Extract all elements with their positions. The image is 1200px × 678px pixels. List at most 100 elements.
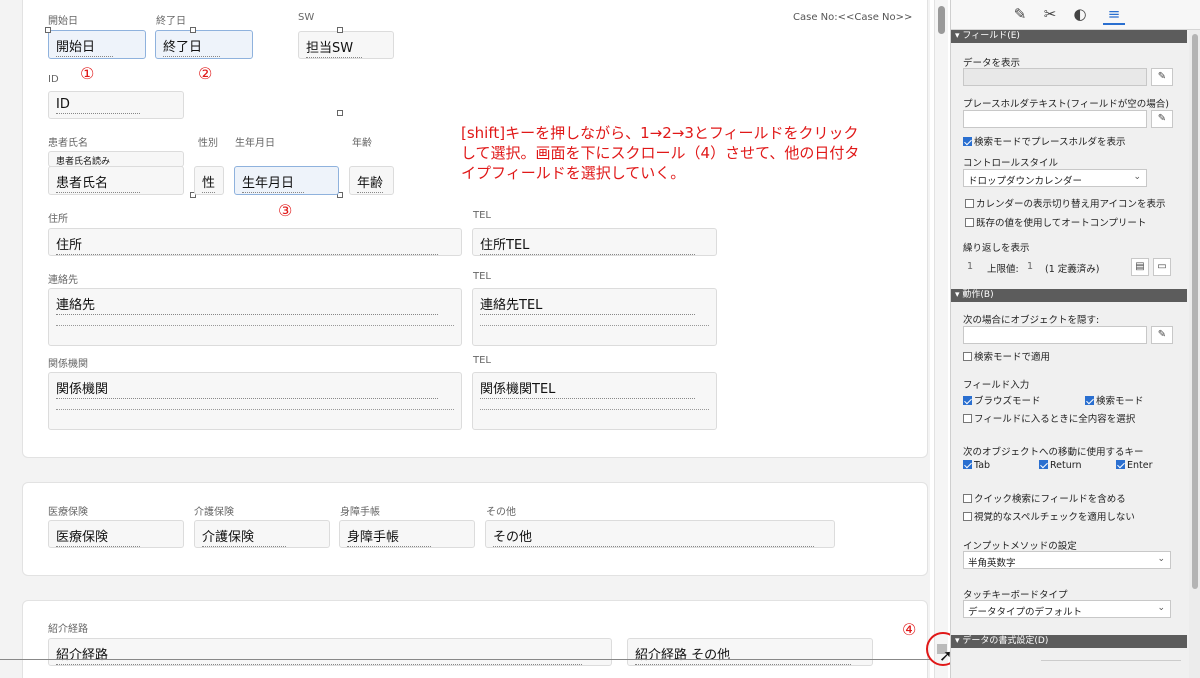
sw-field[interactable]: 担当SW <box>298 31 394 59</box>
show-calendar-icon-checkbox[interactable]: カレンダーの表示切り替え用アイコンを表示 <box>965 196 1166 210</box>
address-field[interactable]: 住所 <box>48 228 462 256</box>
touch-keyboard-label: タッチキーボードタイプ <box>963 590 1068 601</box>
selection-handle[interactable] <box>337 27 343 33</box>
care-insurance-field[interactable]: 介護保険 <box>194 520 330 548</box>
show-data-input[interactable] <box>963 68 1147 86</box>
start-date-field[interactable]: 開始日 <box>48 30 146 59</box>
placeholder-input[interactable] <box>963 110 1147 128</box>
layout-canvas: Case No:<<Case No>> 開始日 開始日 終了日 終了日 SW 担… <box>0 0 930 678</box>
vertical-repetition-button[interactable]: ▤ <box>1131 258 1149 276</box>
inspector-tabs: ✎ ✂ ◐ ≡ <box>951 0 1200 30</box>
behavior-section-header[interactable]: ▾ 動作(B) <box>951 289 1187 302</box>
select-all-checkbox[interactable]: フィールドに入るときに全内容を選択 <box>963 411 1135 425</box>
appearance-tab-icon[interactable]: ◐ <box>1069 5 1091 25</box>
other-label: その他 <box>486 507 516 518</box>
sex-field[interactable]: 性 <box>194 166 224 195</box>
contact-label: 連絡先 <box>48 275 78 286</box>
birth-date-label: 生年月日 <box>235 138 275 149</box>
hide-object-edit-button[interactable]: ✎ <box>1151 326 1173 344</box>
org-label: 関係機関 <box>48 359 88 370</box>
medical-insurance-label: 医療保険 <box>48 507 88 518</box>
end-date-field[interactable]: 終了日 <box>155 30 253 59</box>
instruction-note: [shift]キーを押しながら、1→2→3とフィールドをクリックして選択。画面を… <box>461 124 860 182</box>
end-date-label: 終了日 <box>156 16 186 27</box>
referral-route-label: 紹介経路 <box>48 624 88 635</box>
show-placeholder-find-checkbox[interactable]: 検索モードでプレースホルダを表示 <box>963 134 1126 148</box>
find-mode-checkbox[interactable]: 検索モード <box>1085 393 1144 407</box>
touch-keyboard-dropdown[interactable]: データタイプのデフォルト ⌄ <box>963 600 1171 618</box>
format-toolbar <box>1041 660 1181 678</box>
address-label: 住所 <box>48 214 68 225</box>
annotation-2: ② <box>198 64 213 83</box>
inspector-scroll-thumb[interactable] <box>1192 34 1198 589</box>
repetitions-from[interactable]: 1 <box>967 261 973 272</box>
chevron-down-icon: ⌄ <box>1157 603 1165 613</box>
address-tel-field[interactable]: 住所TEL <box>472 228 717 256</box>
contact-tel-field[interactable]: 連絡先TEL <box>472 288 717 346</box>
disability-label: 身障手帳 <box>340 507 380 518</box>
birth-date-field[interactable]: 生年月日 <box>234 166 339 195</box>
age-label: 年齢 <box>352 138 372 149</box>
show-data-edit-button[interactable]: ✎ <box>1151 68 1173 86</box>
data-tab-icon[interactable]: ≡ <box>1103 5 1125 25</box>
control-style-dropdown[interactable]: ドロップダウンカレンダー ⌄ <box>963 169 1147 187</box>
repetitions-max[interactable]: 1 <box>1027 261 1033 272</box>
age-field[interactable]: 年齢 <box>349 166 394 195</box>
sw-label: SW <box>298 12 315 23</box>
next-object-keys-label: 次のオブジェクトへの移動に使用するキー <box>963 447 1144 458</box>
scroll-thumb[interactable] <box>938 6 945 34</box>
case-number: Case No:<<Case No>> <box>793 12 913 23</box>
hide-object-label: 次の場合にオブジェクトを隠す: <box>963 315 1100 326</box>
input-method-dropdown[interactable]: 半角英数字 ⌄ <box>963 551 1171 569</box>
apply-find-checkbox[interactable]: 検索モードで適用 <box>963 349 1050 363</box>
show-data-label: データを表示 <box>963 58 1021 69</box>
referral-route-other-field[interactable]: 紹介経路 その他 <box>627 638 873 666</box>
field-entry-label: フィールド入力 <box>963 380 1030 391</box>
selection-handle[interactable] <box>190 27 196 33</box>
start-date-label: 開始日 <box>48 16 78 27</box>
disability-field[interactable]: 身障手帳 <box>339 520 475 548</box>
sex-label: 性別 <box>198 138 218 149</box>
id-label: ID <box>48 74 59 85</box>
org-tel-label: TEL <box>473 355 491 366</box>
horizontal-scrollbar[interactable] <box>0 659 930 660</box>
enter-key-checkbox[interactable]: Enter <box>1116 460 1153 471</box>
inspector-panel: ✎ ✂ ◐ ≡ ▾ フィールド(E) データを表示 ✎ プレースホルダテキスト(… <box>950 0 1200 678</box>
repetitions-max-label: 上限値: <box>987 264 1019 275</box>
layout-vertical-scrollbar[interactable] <box>934 0 948 678</box>
patient-name-field[interactable]: 患者氏名 <box>48 166 184 195</box>
selection-handle[interactable] <box>45 27 51 33</box>
contact-field[interactable]: 連絡先 <box>48 288 462 346</box>
annotation-4: ④ <box>902 620 917 639</box>
control-style-label: コントロールスタイル <box>963 158 1059 169</box>
hide-object-input[interactable] <box>963 326 1147 344</box>
return-key-checkbox[interactable]: Return <box>1039 460 1082 471</box>
org-field[interactable]: 関係機関 <box>48 372 462 430</box>
horizontal-repetition-button[interactable]: ▭ <box>1153 258 1171 276</box>
medical-insurance-field[interactable]: 医療保険 <box>48 520 184 548</box>
annotation-3: ③ <box>278 201 293 220</box>
other-field[interactable]: その他 <box>485 520 835 548</box>
position-tab-icon[interactable]: ✎ <box>1009 5 1031 25</box>
org-tel-field[interactable]: 関係機関TEL <box>472 372 717 430</box>
quick-find-checkbox[interactable]: クイック検索にフィールドを含める <box>963 491 1126 505</box>
patient-kana-field[interactable]: 患者氏名読み <box>48 151 184 167</box>
tab-key-checkbox[interactable]: Tab <box>963 460 990 471</box>
selection-handle[interactable] <box>337 110 343 116</box>
no-spellcheck-checkbox[interactable]: 視覚的なスペルチェックを適用しない <box>963 509 1135 523</box>
placeholder-edit-button[interactable]: ✎ <box>1151 110 1173 128</box>
format-section-header[interactable]: ▾ データの書式設定(D) <box>951 635 1187 648</box>
style-tab-icon[interactable]: ✂ <box>1039 5 1061 25</box>
repetitions-defined: (1 定義済み) <box>1045 264 1100 275</box>
care-insurance-label: 介護保険 <box>194 507 234 518</box>
inspector-scrollbar[interactable] <box>1189 30 1200 678</box>
chevron-down-icon: ⌄ <box>1157 554 1165 564</box>
patient-name-label: 患者氏名 <box>48 138 88 149</box>
input-method-label: インプットメソッドの設定 <box>963 541 1077 552</box>
browse-mode-checkbox[interactable]: ブラウズモード <box>963 393 1041 407</box>
id-field[interactable]: ID <box>48 91 184 119</box>
chevron-down-icon: ⌄ <box>1133 172 1141 182</box>
referral-route-field[interactable]: 紹介経路 <box>48 638 612 666</box>
field-section-header[interactable]: ▾ フィールド(E) <box>951 30 1187 43</box>
autocomplete-checkbox[interactable]: 既存の値を使用してオートコンプリート <box>965 215 1146 229</box>
